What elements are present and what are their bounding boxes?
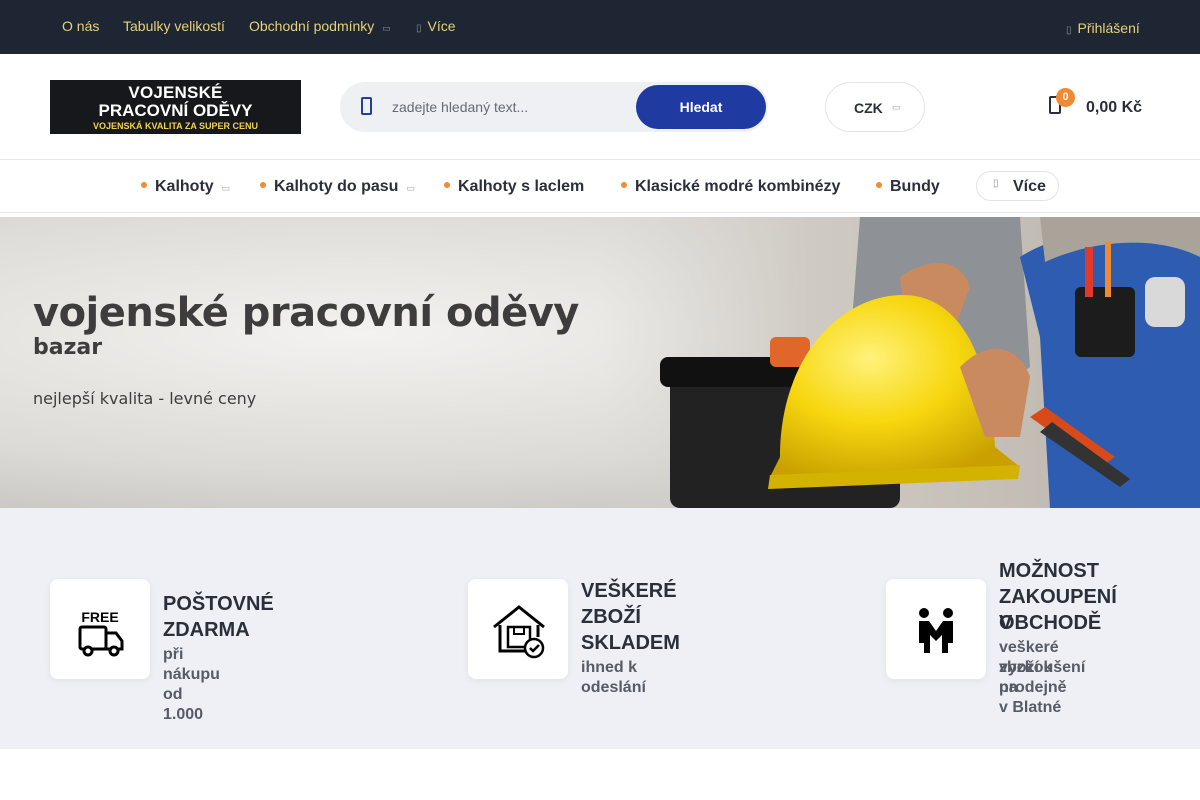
user-icon: ▯ [1066, 25, 1072, 36]
chevron-down-icon: ▭ [221, 183, 231, 193]
cart-button[interactable]: 0 0,00 Kč [1045, 88, 1155, 128]
feature-icon-box: FREE [50, 579, 150, 679]
free-delivery-truck-icon: FREE [78, 609, 124, 657]
login-link[interactable]: ▯ Přihlášení [1066, 20, 1140, 36]
feature-title-line: MOŽNOST [999, 560, 1099, 582]
chevron-down-icon: ▭ [892, 102, 901, 112]
feature-title-line: OBCHODĚ [999, 612, 1102, 634]
svg-text:FREE: FREE [81, 609, 118, 625]
search-icon [360, 97, 376, 115]
bullet-dot-icon [621, 181, 627, 188]
top-bar: O nás Tabulky velikostí Obchodní podmínk… [0, 0, 1200, 54]
category-label: Kalhoty do pasu [274, 178, 399, 195]
feature-title-line: SKLADEM [581, 632, 680, 654]
bullet-dot-icon [444, 181, 450, 188]
logo-tagline: VOJENSKÁ KVALITA ZA SUPER CENU [92, 121, 258, 131]
site-logo[interactable]: VOJENSKÉ PRACOVNÍ ODĚVY VOJENSKÁ KVALITA… [50, 80, 301, 134]
feature-subtitle-line: při nákupu od 1.000 [163, 646, 220, 723]
bullet-dot-icon [876, 181, 882, 188]
handshake-people-icon [919, 608, 953, 653]
banner-tagline: nejlepší kvalita - levné ceny [33, 389, 257, 408]
menu-icon: ▯ [993, 178, 999, 189]
category-label: Kalhoty s laclem [458, 178, 585, 195]
currency-selector[interactable]: CZK ▭ [825, 82, 925, 132]
topbar-link-size-tables[interactable]: Tabulky velikostí [123, 18, 225, 34]
currency-label: CZK [854, 100, 883, 116]
chevron-down-icon: ▭ [406, 183, 415, 193]
search-button[interactable]: Hledat [636, 85, 766, 129]
login-label: Přihlášení [1077, 20, 1140, 36]
feature-title-line: VEŠKERÉ [581, 580, 677, 602]
feature-icon-box [468, 579, 568, 679]
category-label: Kalhoty [155, 178, 214, 195]
banner-subtitle: bazar [33, 335, 103, 360]
hero-banner[interactable]: vojenské pracovní oděvy bazar nejlepší k… [0, 217, 1200, 508]
category-item-kalhoty-s-laclem[interactable]: Kalhoty s laclem [444, 178, 584, 196]
category-more-button[interactable]: ▯ Více [976, 171, 1059, 201]
category-label: Klasické modré kombinézy [635, 178, 841, 195]
topbar-link-terms-label: Obchodní podmínky [249, 18, 375, 34]
feature-title-line: POŠTOVNÉ [163, 593, 274, 615]
category-more-label: Více [1013, 178, 1046, 195]
feature-subtitle-line: ihned k odeslání [581, 659, 646, 696]
features-strip: FREE POŠTOVNÉ ZDARMA při nákupu od 1.000… [0, 508, 1200, 749]
feature-title-line: ZBOŽÍ [581, 606, 641, 628]
topbar-more-label: Více [427, 18, 456, 34]
cart-count-badge: 0 [1056, 88, 1075, 107]
logo-line-2: PRACOVNÍ ODĚVY [98, 101, 253, 120]
banner-title: vojenské pracovní oděvy [33, 290, 579, 336]
topbar-link-about[interactable]: O nás [62, 18, 99, 34]
category-item-bundy[interactable]: Bundy [876, 178, 940, 196]
banner-workers-image [600, 217, 1200, 508]
topbar-more-menu[interactable]: ▯ Více [416, 18, 456, 34]
feature-subtitle-line: prodejně v Blatné [999, 679, 1067, 716]
bullet-dot-icon [260, 181, 266, 188]
feature-icon-box [886, 579, 986, 679]
category-item-kalhoty-do-pasu[interactable]: Kalhoty do pasu ▭ [260, 178, 415, 196]
menu-icon: ▯ [416, 23, 422, 34]
search-input[interactable] [392, 95, 622, 119]
feature-title-line: ZDARMA [163, 619, 250, 641]
topbar-link-terms[interactable]: Obchodní podmínky ▭ [249, 18, 391, 34]
category-nav: Kalhoty ▭ Kalhoty do pasu ▭ Kalhoty s lacl… [0, 159, 1200, 213]
logo-line-1: VOJENSKÉ [128, 83, 223, 102]
bullet-dot-icon [141, 181, 147, 188]
category-item-kombinezy[interactable]: Klasické modré kombinézy [621, 178, 840, 196]
warehouse-box-check-icon [493, 605, 545, 659]
category-item-kalhoty[interactable]: Kalhoty ▭ [141, 178, 230, 196]
search-bar: Hledat [340, 82, 768, 132]
cart-total: 0,00 Kč [1086, 99, 1143, 116]
category-label: Bundy [890, 178, 940, 195]
chevron-down-icon: ▭ [382, 23, 391, 33]
